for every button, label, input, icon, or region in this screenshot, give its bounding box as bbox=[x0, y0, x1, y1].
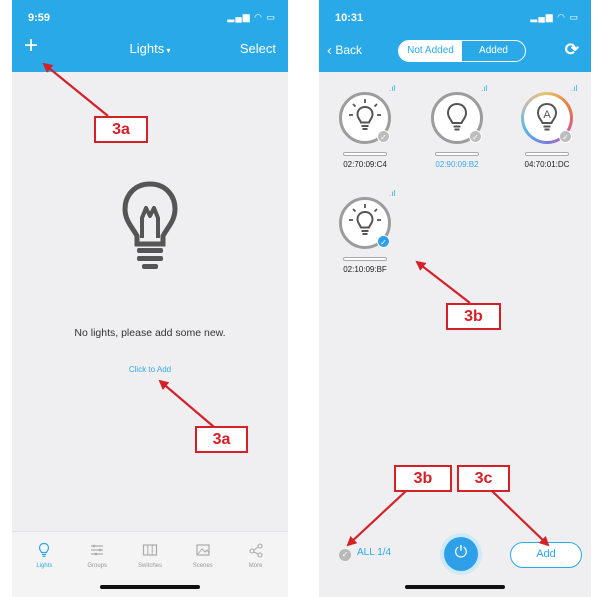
scene-icon bbox=[196, 544, 210, 556]
tab-lights[interactable]: Lights bbox=[18, 532, 71, 597]
power-button[interactable]: ⏻ bbox=[444, 537, 478, 571]
select-button[interactable]: Select bbox=[240, 41, 276, 56]
home-indicator bbox=[100, 585, 200, 589]
select-all-toggle[interactable]: ✓ ALL 1/4 bbox=[339, 547, 391, 561]
switch-icon bbox=[142, 544, 158, 556]
check-badge-icon: ✓ bbox=[469, 130, 482, 143]
home-indicator bbox=[405, 585, 505, 589]
caret-down-icon: ▾ bbox=[164, 46, 171, 55]
refresh-icon[interactable]: ⟳ bbox=[565, 40, 579, 60]
status-icons: ▂▄▆ ◠ ▭ bbox=[530, 12, 579, 22]
power-icon: ⏻ bbox=[454, 544, 468, 561]
device-tile[interactable]: .ıl A ✓ 04:70:01:DC bbox=[511, 80, 583, 180]
add-button[interactable]: Add bbox=[510, 542, 582, 568]
back-button[interactable]: ‹ Back bbox=[327, 42, 362, 59]
brightness-bar bbox=[435, 152, 479, 156]
status-time: 9:59 bbox=[28, 12, 51, 24]
check-badge-icon: ✓ bbox=[377, 130, 390, 143]
lights-screen: 9:59 ▂▄▆ ◠ ▭ + Lights ▾ Select No lights… bbox=[12, 0, 288, 597]
device-tile[interactable]: .ıl ✓ 02:70:09:C4 bbox=[329, 80, 401, 180]
segment-control: Not Added Added bbox=[398, 40, 526, 62]
signal-icon: .ıl bbox=[571, 84, 578, 93]
check-badge-icon: ✓ bbox=[377, 235, 390, 248]
segment-not-added[interactable]: Not Added bbox=[399, 41, 462, 61]
device-mac: 02:70:09:C4 bbox=[343, 160, 387, 169]
empty-message: No lights, please add some new. bbox=[74, 327, 226, 339]
click-to-add-link[interactable]: Click to Add bbox=[12, 365, 288, 374]
nav-bar: 10:31 ▂▄▆ ◠ ▭ ‹ Back Not Added Added ⟳ bbox=[319, 0, 591, 72]
tab-more[interactable]: More bbox=[229, 532, 282, 597]
signal-icon: .ıl bbox=[481, 84, 488, 93]
brightness-bar bbox=[343, 257, 387, 261]
callout-label: 3b bbox=[394, 465, 452, 492]
brightness-bar bbox=[525, 152, 569, 156]
groups-icon bbox=[91, 544, 104, 556]
svg-text:A: A bbox=[543, 109, 551, 121]
device-tile[interactable]: .ıl ✓ 02:10:09:BF bbox=[329, 185, 401, 285]
empty-bulb-icon bbox=[122, 181, 178, 269]
share-icon bbox=[249, 543, 263, 558]
check-circle-icon: ✓ bbox=[339, 549, 351, 561]
brightness-bar bbox=[343, 152, 387, 156]
chevron-left-icon: ‹ bbox=[327, 42, 332, 59]
nav-bar: 9:59 ▂▄▆ ◠ ▭ + Lights ▾ Select bbox=[12, 0, 288, 72]
device-mac: 04:70:01:DC bbox=[524, 160, 570, 169]
callout-label: 3a bbox=[195, 426, 248, 453]
check-badge-icon: ✓ bbox=[559, 130, 572, 143]
signal-icon: .ıl bbox=[389, 84, 396, 93]
bulb-icon bbox=[39, 542, 50, 557]
device-tile[interactable]: .ıl ✓ 02:90:09:B2 bbox=[421, 80, 493, 180]
signal-icon: .ıl bbox=[389, 189, 396, 198]
callout-label: 3a bbox=[94, 116, 148, 143]
callout-label: 3c bbox=[457, 465, 510, 492]
callout-label: 3b bbox=[446, 303, 501, 330]
device-mac: 02:90:09:B2 bbox=[435, 160, 479, 169]
segment-added[interactable]: Added bbox=[462, 41, 525, 61]
status-icons: ▂▄▆ ◠ ▭ bbox=[227, 12, 276, 22]
device-mac: 02:10:09:BF bbox=[343, 265, 387, 274]
status-time: 10:31 bbox=[335, 12, 364, 24]
add-lights-screen: 10:31 ▂▄▆ ◠ ▭ ‹ Back Not Added Added ⟳ .… bbox=[319, 0, 591, 597]
